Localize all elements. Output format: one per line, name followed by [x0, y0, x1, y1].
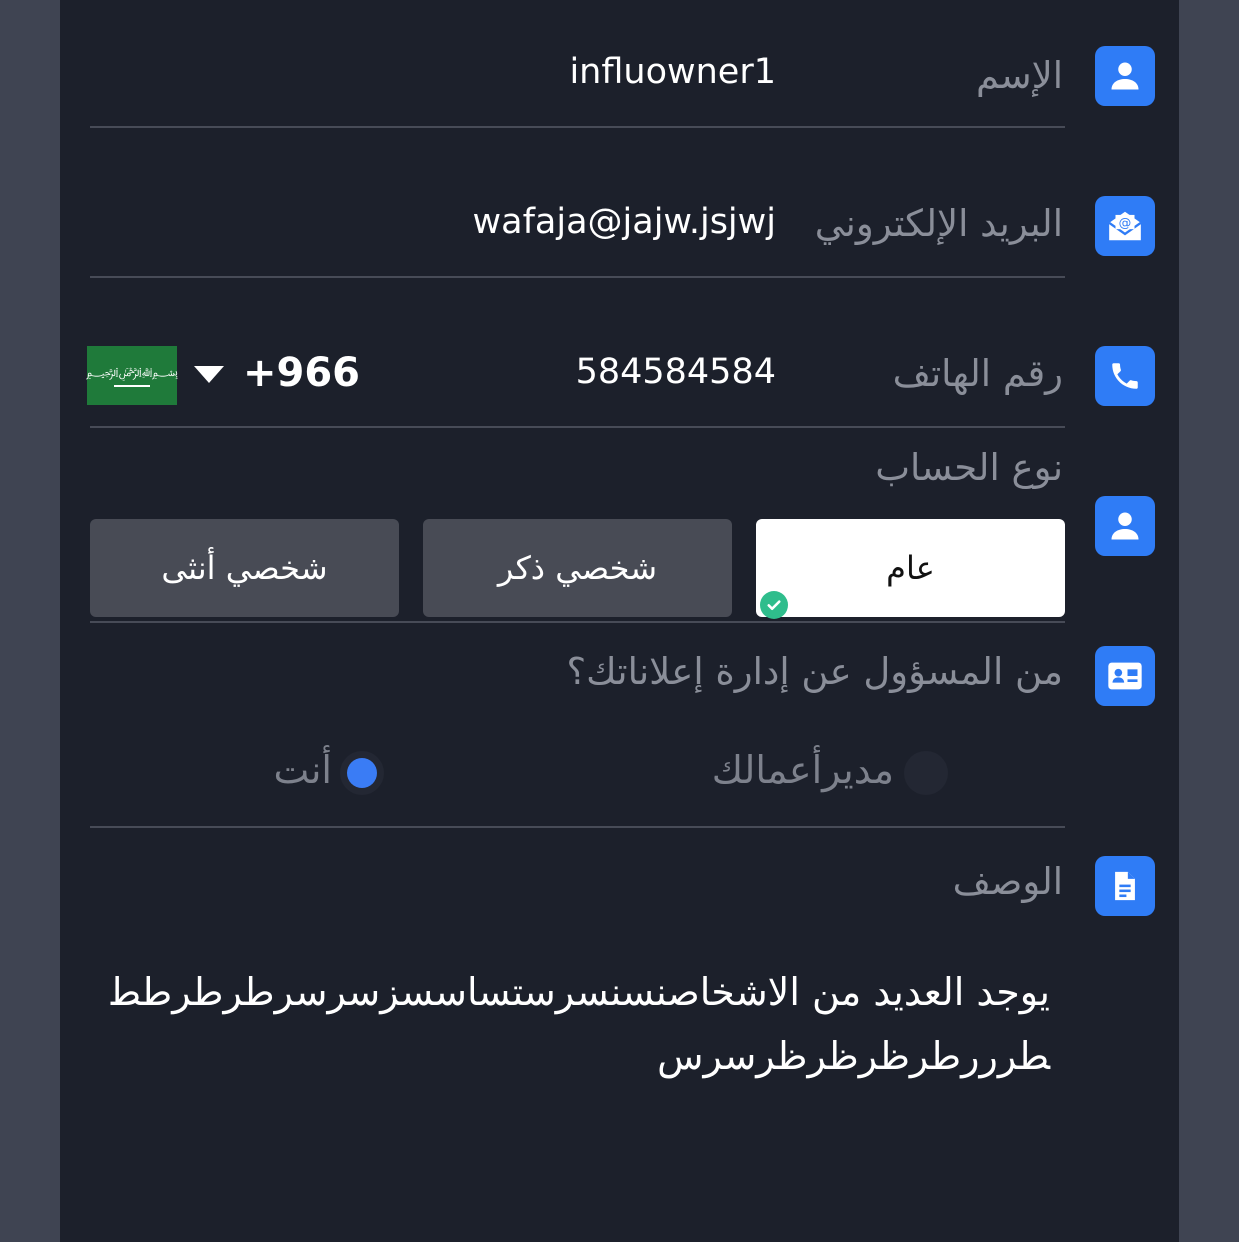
name-input[interactable]: influowner1 — [569, 52, 776, 92]
email-input[interactable]: wafaja@jajw.jsjwj — [473, 202, 776, 242]
phone-icon — [1095, 346, 1155, 406]
phone-input[interactable]: 584584584 — [576, 352, 776, 392]
user-icon — [1095, 496, 1155, 556]
name-label: الإسم — [975, 54, 1063, 97]
contact-card-icon — [1095, 646, 1155, 706]
ads-manager-label: من المسؤول عن إدارة إعلاناتك؟ — [566, 650, 1063, 693]
user-icon — [1095, 46, 1155, 106]
ads-manager-underline — [90, 826, 1065, 828]
account-type-underline — [90, 621, 1065, 623]
radio-selected-dot — [347, 758, 377, 788]
radio-business-manager[interactable] — [904, 751, 948, 795]
country-code[interactable]: +966 — [243, 350, 360, 396]
description-label: الوصف — [952, 860, 1063, 903]
chevron-down-icon[interactable] — [194, 366, 224, 383]
account-type-label: نوع الحساب — [875, 446, 1063, 489]
phone-underline — [90, 426, 1065, 428]
saudi-arabia-flag-icon[interactable]: ﷽ — [86, 346, 178, 405]
account-type-general-button[interactable]: عام — [756, 519, 1065, 617]
name-underline — [90, 126, 1065, 128]
description-textarea[interactable]: يوجد العديد من الاشخاصنسنسرستساسسزسرسرطر… — [110, 960, 1050, 1088]
email-icon: @ — [1095, 196, 1155, 256]
email-underline — [90, 276, 1065, 278]
radio-you-label[interactable]: أنت — [274, 748, 332, 792]
email-label: البريد الإلكتروني — [814, 202, 1063, 245]
svg-text:@: @ — [1119, 215, 1132, 230]
radio-business-manager-label[interactable]: مديرأعمالك — [712, 748, 894, 792]
check-icon — [760, 591, 788, 619]
document-icon — [1095, 856, 1155, 916]
radio-you[interactable] — [340, 751, 384, 795]
account-type-female-button[interactable]: شخصي أنثى — [90, 519, 399, 617]
account-type-male-button[interactable]: شخصي ذكر — [423, 519, 732, 617]
phone-label: رقم الهاتف — [892, 352, 1063, 395]
